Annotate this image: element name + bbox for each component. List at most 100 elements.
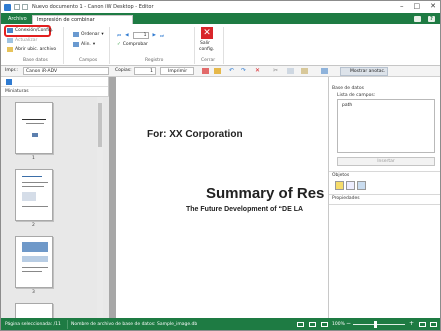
page-thumbnail-1[interactable] — [15, 102, 53, 154]
print-button[interactable]: Imprimir — [160, 67, 194, 75]
next-record-icon[interactable]: ▶ — [153, 33, 156, 38]
thumbnail-settings-icon[interactable] — [6, 79, 12, 85]
field-item[interactable]: path — [342, 103, 352, 108]
zoom-slider[interactable] — [353, 324, 405, 325]
thumbnail-text-line — [22, 267, 48, 268]
check-button[interactable]: ✓ Comprobar — [117, 42, 148, 47]
two-page-view-icon[interactable] — [309, 322, 316, 327]
page-number: 3 — [32, 290, 35, 295]
fit-page-icon[interactable] — [419, 322, 426, 327]
ribbon-separator — [223, 27, 224, 64]
align-button[interactable]: Alin. ▾ — [73, 42, 95, 47]
thumbnail-text-line — [22, 176, 42, 177]
doc-line-title: Summary of Res — [206, 185, 325, 202]
chevron-down-icon: ▾ — [101, 32, 104, 37]
single-page-view-icon[interactable] — [297, 322, 304, 327]
chevron-down-icon: ▾ — [92, 42, 96, 47]
thumbnail-image — [22, 192, 36, 201]
thumbnail-image — [22, 242, 48, 252]
zoom-out-icon[interactable]: − — [346, 320, 351, 327]
thumbnails-pane: Miniaturas 1 2 3 — [1, 77, 109, 323]
section-divider — [329, 194, 440, 195]
checkmark-icon: ✓ — [117, 42, 121, 47]
print-merge-icon[interactable] — [202, 68, 209, 74]
show-annotations-button[interactable]: Mostrar anotac. — [340, 67, 388, 76]
exit-config-label-2[interactable]: config. — [199, 47, 214, 52]
align-icon — [73, 42, 79, 47]
document-page[interactable]: For: XX Corporation Summary of Res The F… — [116, 77, 328, 318]
cut-icon[interactable]: ✂ — [273, 68, 280, 74]
minimize-icon[interactable]: – — [400, 2, 404, 10]
scrollbar-thumb[interactable] — [98, 103, 102, 147]
thumbnails-toolbar — [1, 77, 108, 87]
last-record-icon[interactable]: ⏭ — [160, 33, 164, 39]
field-list-label: Lista de campos: — [337, 93, 376, 98]
thumbnail-image — [22, 256, 48, 262]
previous-record-icon[interactable]: ◀ — [125, 33, 128, 38]
delete-icon[interactable]: ✕ — [255, 68, 262, 74]
full-screen-icon[interactable] — [430, 322, 437, 327]
first-record-icon[interactable]: ⏮ — [117, 33, 121, 39]
maximize-icon[interactable]: □ — [414, 2, 421, 10]
refresh-label: Actualizar — [15, 38, 38, 43]
open-file-location-label: Abrir ubic. archivo — [15, 47, 57, 52]
sort-button[interactable]: Ordenar ▾ — [73, 32, 104, 37]
undo-icon[interactable] — [22, 4, 28, 10]
zoom-slider-handle[interactable] — [374, 321, 377, 328]
window-controls: – □ ✕ — [400, 2, 436, 10]
field-object-icon[interactable] — [346, 181, 355, 190]
text-object-icon[interactable] — [335, 181, 344, 190]
copies-label: Copias: — [115, 68, 132, 73]
thumbnail-text-line — [22, 186, 44, 187]
group-label-record: Registro — [145, 58, 164, 63]
open-file-location-button[interactable]: Abrir ubic. archivo — [7, 47, 56, 52]
ribbon-tab-bar: Archivo Impresión de combinar correspond… — [1, 13, 440, 32]
thumbnail-text-line — [22, 119, 46, 120]
help-icon[interactable]: ? — [428, 16, 435, 22]
copies-input[interactable]: 1 — [134, 67, 156, 75]
record-number-input[interactable]: 1 — [132, 32, 149, 39]
zoom-in-icon[interactable]: + — [409, 320, 414, 327]
thumbnail-text-line — [26, 123, 44, 124]
ribbon: Conexión/Config. Actualizar Abrir ubic. … — [1, 24, 440, 66]
tab-file[interactable]: Archivo — [4, 15, 31, 24]
section-divider — [329, 204, 440, 205]
redo-icon[interactable]: ↷ — [241, 68, 248, 74]
doc-line-subtitle: The Future Development of “DE LA — [186, 206, 304, 213]
thumbnail-text-line — [22, 206, 48, 207]
properties-pane: Base de datos Lista de campos: path Inse… — [328, 77, 440, 318]
page-thumbnail-2[interactable] — [15, 169, 53, 221]
group-label-close: Cerrar — [201, 58, 216, 63]
tab-mail-merge[interactable]: Impresión de combinar correspondencia — [32, 15, 133, 32]
title-bar: Nuevo documento 1 - Canon iW Desktop - E… — [1, 1, 440, 13]
ribbon-options-icon[interactable] — [414, 16, 421, 22]
refresh-button[interactable]: Actualizar — [7, 38, 37, 43]
check-label: Comprobar — [122, 42, 148, 47]
doc-line-recipient: For: XX Corporation — [147, 129, 243, 140]
thumbnail-text-line — [22, 271, 42, 272]
page-thumbnail-3[interactable] — [15, 236, 53, 288]
connection-config-label: Conexión/Config. — [15, 28, 54, 33]
insert-button[interactable]: Insertar — [337, 157, 435, 166]
exit-config-label-1[interactable]: Salir — [200, 41, 210, 46]
editor-window: Nuevo documento 1 - Canon iW Desktop - E… — [0, 0, 441, 331]
edit-icon[interactable] — [214, 68, 221, 74]
status-bar: Página seleccionada: /11 Nombre de archi… — [1, 318, 440, 330]
image-object-icon[interactable] — [357, 181, 366, 190]
thumbnail-text-line — [22, 182, 48, 183]
save-icon[interactable] — [14, 4, 20, 10]
undo-icon[interactable]: ↶ — [229, 68, 236, 74]
refresh-icon — [7, 38, 13, 43]
fit-width-icon[interactable] — [321, 322, 328, 327]
printer-select[interactable]: Canon iR-ADV — [23, 67, 109, 75]
document-area: For: XX Corporation Summary of Res The F… — [109, 77, 328, 318]
thumbnails-scrollbar[interactable] — [97, 97, 103, 319]
sort-label: Ordenar — [81, 32, 100, 37]
copy-icon[interactable] — [287, 68, 294, 74]
paste-icon[interactable] — [301, 68, 308, 74]
properties-label: Propiedades — [332, 196, 360, 201]
exit-config-icon[interactable]: ✕ — [201, 27, 213, 39]
close-icon[interactable]: ✕ — [430, 2, 436, 10]
view-options-icon[interactable] — [321, 68, 328, 74]
connection-config-button[interactable]: Conexión/Config. — [7, 28, 53, 33]
